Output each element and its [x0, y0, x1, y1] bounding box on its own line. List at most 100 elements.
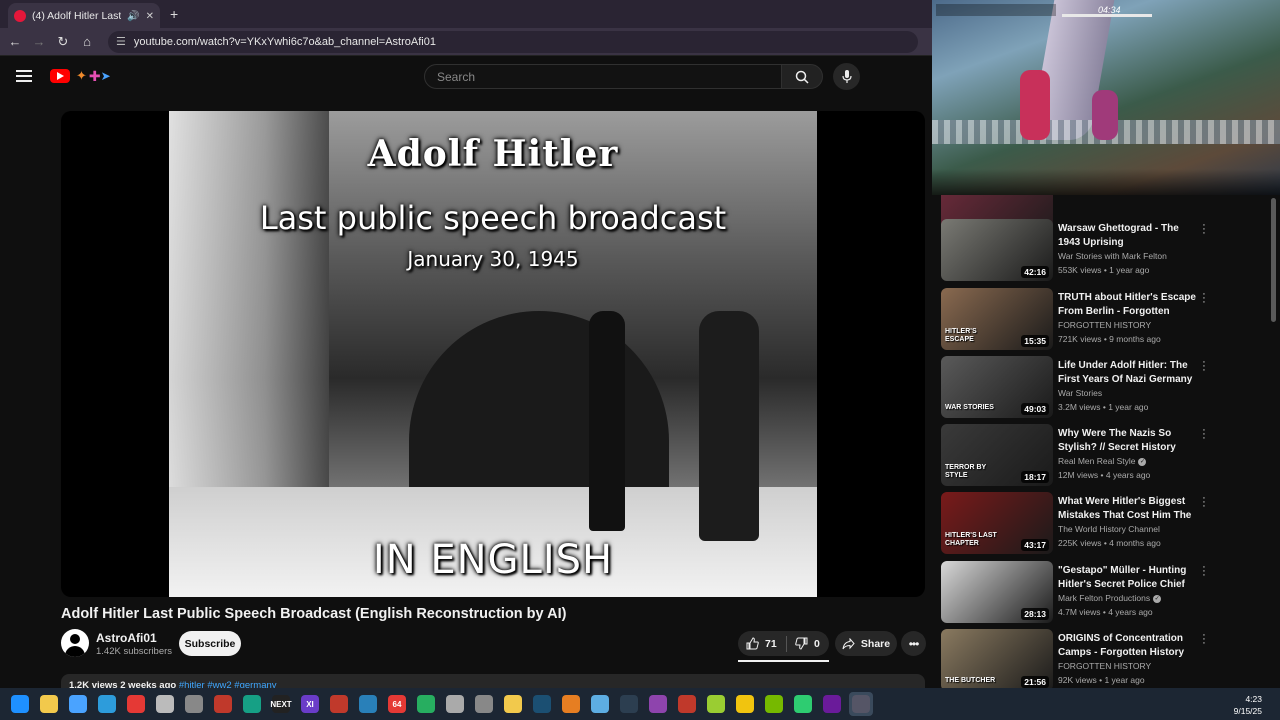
channel-name[interactable]: AstroAfi01 [96, 631, 157, 645]
app-teal-icon[interactable] [240, 692, 264, 716]
search-input[interactable]: Search [424, 64, 782, 89]
app-64-icon[interactable]: 64 [385, 692, 409, 716]
recommendation-thumbnail[interactable]: HITLER'S ESCAPE 15:35 [941, 288, 1053, 350]
address-bar[interactable]: ☰ youtube.com/watch?v=YKxYwhi6c7o&ab_cha… [108, 30, 918, 53]
channel-name-text[interactable]: War Stories [1058, 388, 1102, 398]
app-clock-icon[interactable] [472, 692, 496, 716]
channel-name-text[interactable]: FORGOTTEN HISTORY [1058, 661, 1151, 671]
channel-name-text[interactable]: Mark Felton Productions [1058, 593, 1150, 603]
chrome-icon[interactable] [733, 692, 757, 716]
more-options-icon[interactable]: · · · [1200, 425, 1208, 444]
recommendation-thumbnail[interactable]: 28:13 [941, 561, 1053, 623]
reload-icon[interactable]: ↻ [56, 34, 70, 50]
app-grey-icon[interactable] [443, 692, 467, 716]
recommendation-thumbnail[interactable]: 42:16 [941, 219, 1053, 281]
more-options-icon[interactable]: · · · [1200, 289, 1208, 308]
mail-icon[interactable] [66, 692, 90, 716]
browser-tab[interactable]: (4) Adolf Hitler Last Public 🔊 ✕ [8, 3, 160, 29]
recommendation-thumbnail[interactable]: THE BUTCHER 21:56 [941, 629, 1053, 688]
file-explorer-icon[interactable] [37, 692, 61, 716]
url-text[interactable]: youtube.com/watch?v=YKxYwhi6c7o&ab_chann… [134, 36, 436, 48]
more-actions-button[interactable]: ••• [901, 631, 926, 656]
more-options-icon[interactable]: · · · [1200, 220, 1208, 239]
recommendation-item[interactable]: 42:16 Warsaw Ghettograd - The 1943 Uprisi… [941, 219, 1271, 281]
speaker-icon[interactable]: 🔊 [127, 11, 139, 22]
app-radio-icon[interactable] [327, 692, 351, 716]
recommendation-title[interactable]: What Were Hitler's Biggest Mistakes That… [1058, 495, 1198, 522]
recommendation-thumbnail[interactable]: HITLER'S LAST CHAPTER 43:17 [941, 492, 1053, 554]
app-red2-icon[interactable] [675, 692, 699, 716]
app-blue-icon[interactable] [530, 692, 554, 716]
recommendation-thumbnail[interactable]: WAR STORIES 49:03 [941, 356, 1053, 418]
site-info-icon[interactable]: ☰ [116, 35, 126, 48]
close-tab-icon[interactable]: ✕ [146, 11, 154, 22]
channel-avatar[interactable] [61, 629, 89, 657]
recommendation-title[interactable]: TRUTH about Hitler's Escape From Berlin … [1058, 291, 1198, 318]
channel-name-text[interactable]: FORGOTTEN HISTORY [1058, 320, 1151, 330]
steam-icon[interactable] [617, 692, 641, 716]
channel-name-text[interactable]: War Stories with Mark Felton [1058, 251, 1167, 261]
app-dial-icon[interactable] [153, 692, 177, 716]
menu-icon[interactable] [16, 70, 32, 82]
voice-search-button[interactable] [833, 63, 860, 90]
more-options-icon[interactable]: · · · [1200, 493, 1208, 512]
active-app-icon[interactable] [849, 692, 873, 716]
app-grid-icon[interactable] [356, 692, 380, 716]
app-purple-icon[interactable] [646, 692, 670, 716]
app-green3-icon[interactable] [791, 692, 815, 716]
recommendation-item[interactable]: TERROR BY STYLE 18:17 Why Were The Nazis S… [941, 424, 1271, 486]
recommendation-item[interactable]: WAR STORIES 49:03 Life Under Adolf Hitler:… [941, 356, 1271, 418]
new-tab-button[interactable]: + [170, 6, 178, 22]
system-clock[interactable]: 4:23 9/15/25 [1234, 693, 1262, 717]
scrollbar-thumb[interactable] [1271, 198, 1276, 322]
recommendation-item[interactable]: 28:13 "Gestapo" Müller - Hunting Hitler's… [941, 561, 1271, 623]
app-purple2-icon[interactable] [820, 692, 844, 716]
video-player[interactable]: Adolf Hitler Last public speech broadcas… [61, 111, 925, 597]
recommendation-channel[interactable]: FORGOTTEN HISTORY [1058, 320, 1151, 330]
forward-icon[interactable]: → [32, 34, 46, 49]
recommendation-title[interactable]: "Gestapo" Müller - Hunting Hitler's Secr… [1058, 564, 1198, 591]
like-button[interactable]: 71 [738, 637, 786, 650]
app-dark-icon[interactable] [211, 692, 235, 716]
recommendation-item[interactable]: HITLER'S LAST CHAPTER 43:17 What Were Hitl… [941, 492, 1271, 554]
more-options-icon[interactable]: · · · [1200, 357, 1208, 376]
xi-app-icon[interactable]: XI [298, 692, 322, 716]
subscribe-button[interactable]: Subscribe [179, 631, 241, 656]
app-green2-icon[interactable] [704, 692, 728, 716]
recommendation-title[interactable]: Why Were The Nazis So Stylish? // Secret… [1058, 427, 1198, 454]
recommendation-channel[interactable]: War Stories with Mark Felton [1058, 251, 1167, 261]
recommendation-channel[interactable]: FORGOTTEN HISTORY [1058, 661, 1151, 671]
app-red-icon[interactable] [124, 692, 148, 716]
back-icon[interactable]: ← [8, 34, 22, 49]
more-options-icon[interactable]: · · · [1200, 562, 1208, 581]
recommendation-title[interactable]: Warsaw Ghettograd - The 1943 Uprising [1058, 222, 1198, 249]
app-color-icon[interactable] [559, 692, 583, 716]
channel-name-text[interactable]: The World History Channel [1058, 524, 1160, 534]
recommendation-channel[interactable]: Mark Felton Productions ✓ [1058, 593, 1162, 603]
extension-icon-2[interactable]: ✚ [89, 68, 101, 85]
windows-start-icon[interactable] [8, 692, 32, 716]
recommendation-item[interactable]: THE BUTCHER 21:56 ORIGINS of Concentration… [941, 629, 1271, 688]
app-yellow-icon[interactable] [501, 692, 525, 716]
recommendation-channel[interactable]: War Stories [1058, 388, 1102, 398]
app-green-icon[interactable] [414, 692, 438, 716]
next-app-icon[interactable]: NEXT [269, 692, 293, 716]
edge-icon[interactable] [95, 692, 119, 716]
nvidia-icon[interactable] [762, 692, 786, 716]
search-button[interactable] [781, 64, 823, 89]
recommendation-channel[interactable]: Real Men Real Style ✓ [1058, 456, 1147, 466]
youtube-logo-icon[interactable] [50, 69, 70, 83]
recommendation-title[interactable]: ORIGINS of Concentration Camps - Forgott… [1058, 632, 1198, 659]
recommendation-title[interactable]: Life Under Adolf Hitler: The First Years… [1058, 359, 1198, 386]
channel-name-text[interactable]: Real Men Real Style [1058, 456, 1135, 466]
extension-icon-3[interactable]: ➤ [101, 69, 111, 83]
more-options-icon[interactable]: · · · [1200, 630, 1208, 649]
recommendation-item[interactable]: HITLER'S ESCAPE 15:35 TRUTH about Hitler's… [941, 288, 1271, 350]
home-icon[interactable]: ⌂ [80, 34, 94, 49]
dislike-button[interactable]: 0 [787, 637, 820, 650]
recommendation-thumbnail[interactable]: TERROR BY STYLE 18:17 [941, 424, 1053, 486]
recommendation-channel[interactable]: The World History Channel [1058, 524, 1160, 534]
extension-icon-1[interactable]: ✦ [76, 68, 87, 84]
notepad-icon[interactable] [588, 692, 612, 716]
share-button[interactable]: Share [835, 631, 897, 656]
